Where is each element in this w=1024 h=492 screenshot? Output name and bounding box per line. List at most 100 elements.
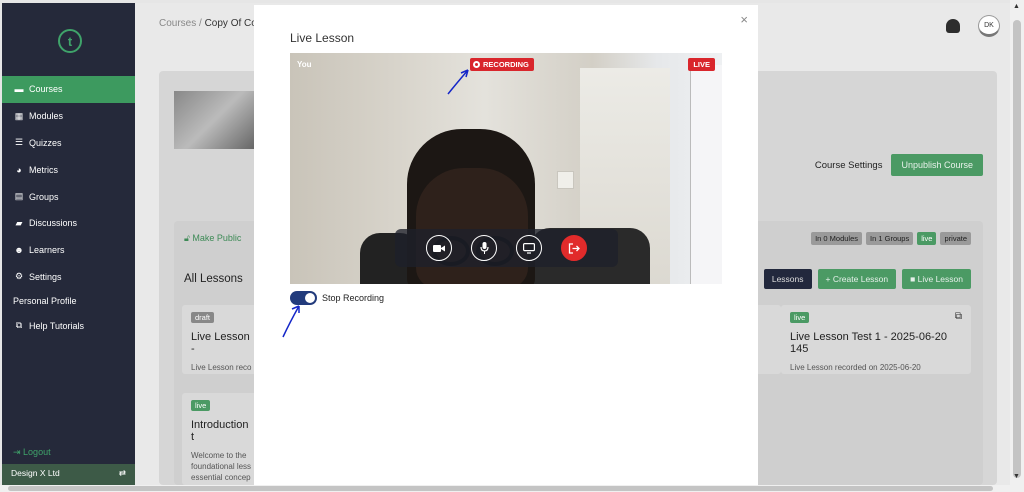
sidebar-item-label: Courses xyxy=(29,84,63,95)
screen-share-button[interactable] xyxy=(516,235,542,261)
sidebar-item-courses[interactable]: ▬ Courses xyxy=(2,76,135,103)
course-thumbnail xyxy=(174,91,254,149)
status-badge: In 1 Groups xyxy=(866,232,914,245)
lesson-desc: Live Lesson reco xyxy=(191,363,252,372)
external-link-icon: ⧉ xyxy=(15,320,23,331)
copy-icon[interactable]: ⧉ xyxy=(955,311,962,322)
mic-icon xyxy=(479,242,489,254)
call-controls xyxy=(395,229,618,267)
sidebar-item-modules[interactable]: ▦ Modules xyxy=(2,103,135,130)
sidebar-item-label: Help Tutorials xyxy=(29,320,85,331)
swap-icon: ⇄ xyxy=(118,468,126,478)
layers-icon: ▤ xyxy=(14,191,24,202)
sidebar-item-groups[interactable]: ▤ Groups xyxy=(2,183,135,210)
chat-icon: ▰ xyxy=(15,217,23,228)
camera-icon xyxy=(433,244,445,252)
sidebar-item-label: Settings xyxy=(29,271,62,282)
recording-toggle-row: Stop Recording xyxy=(290,291,384,305)
lesson-card[interactable]: live ⧉ Live Lesson Test 1 - 2025-06-20 1… xyxy=(781,305,971,374)
course-settings-link[interactable]: Course Settings xyxy=(815,160,883,171)
sidebar-item-label: Quizzes xyxy=(29,137,62,148)
hscroll-thumb[interactable] xyxy=(8,486,993,491)
grid-icon: ▦ xyxy=(14,110,24,121)
breadcrumb-current: Copy Of Co xyxy=(204,18,257,29)
sidebar-item-metrics[interactable]: ◕ Metrics xyxy=(2,156,135,183)
lesson-title: Live Lesson - xyxy=(191,331,250,355)
status-badge: In 0 Modules xyxy=(811,232,863,245)
breadcrumb: Courses / Copy Of Co xyxy=(159,18,257,29)
logout-link[interactable]: ⇥ Logout xyxy=(13,447,51,458)
mic-toggle-button[interactable] xyxy=(471,235,497,261)
exit-icon xyxy=(568,242,580,254)
lesson-card[interactable]: live Introduction t Welcome to the found… xyxy=(182,393,262,492)
sidebar-item-label: Discussions xyxy=(29,218,78,229)
modal-title: Live Lesson xyxy=(290,31,355,45)
recording-label: RECORDING xyxy=(483,60,529,69)
scrollbar-thumb[interactable] xyxy=(1013,20,1021,478)
sidebar-item-discussions[interactable]: ▰ Discussions xyxy=(2,210,135,237)
sidebar-nav: ▬ Courses ▦ Modules ☰ Quizzes ◕ Metrics ▤ Gro… xyxy=(2,76,135,339)
avatar[interactable]: DK xyxy=(978,15,1000,37)
org-name: Design X Ltd xyxy=(11,468,60,478)
chart-icon: ◕ xyxy=(16,164,22,175)
bell-icon[interactable] xyxy=(946,19,960,33)
sidebar-item-label: Groups xyxy=(29,191,59,202)
list-icon: ☰ xyxy=(14,137,24,148)
leave-call-button[interactable] xyxy=(561,235,587,261)
scroll-down-icon[interactable]: ▼ xyxy=(1013,473,1020,480)
lesson-title: Live Lesson Test 1 - 2025-06-20 145 xyxy=(790,331,947,355)
lesson-actions: Lessons + Create Lesson ■ Live Lesson xyxy=(763,269,971,289)
camera-toggle-button[interactable] xyxy=(426,235,452,261)
lesson-card[interactable]: draft Live Lesson - Live Lesson reco xyxy=(182,305,262,374)
vertical-scrollbar[interactable]: ▲ ▼ xyxy=(1010,0,1024,492)
scroll-up-icon[interactable]: ▲ xyxy=(1013,3,1020,10)
video-whiteboard xyxy=(690,65,722,284)
create-lesson-button[interactable]: + Create Lesson xyxy=(817,269,897,289)
top-icons: DK xyxy=(946,15,1000,37)
video-light-switch xyxy=(557,171,574,189)
sidebar-item-learners[interactable]: ☻ Learners xyxy=(2,237,135,264)
folder-icon: ▬ xyxy=(14,84,24,95)
users-icon: ☻ xyxy=(14,245,24,256)
sidebar-item-settings[interactable]: ⚙ Settings xyxy=(2,264,135,291)
stop-recording-toggle[interactable] xyxy=(290,291,317,305)
sidebar-item-label: Learners xyxy=(29,245,65,256)
lesson-title: Introduction t xyxy=(191,419,249,443)
section-title: All Lessons xyxy=(184,273,243,285)
logout-label: Logout xyxy=(23,447,51,457)
live-badge: LIVE xyxy=(688,58,715,71)
video-preview: You RECORDING LIVE xyxy=(290,53,722,284)
horizontal-scrollbar[interactable] xyxy=(0,485,1010,492)
recording-badge: RECORDING xyxy=(470,58,534,71)
live-lesson-button[interactable]: ■ Live Lesson xyxy=(902,269,971,289)
toggle-label: Stop Recording xyxy=(322,293,385,303)
sidebar-item-label: Metrics xyxy=(29,164,58,175)
live-lesson-modal: Live Lesson × You RECORDING LIVE Stop Re… xyxy=(254,5,758,485)
participant-label: You xyxy=(297,60,312,69)
video-icon: ■ xyxy=(910,274,918,284)
unpublish-course-button[interactable]: Unpublish Course xyxy=(891,154,983,176)
lessons-button[interactable]: Lessons xyxy=(763,269,812,289)
course-actions: Course Settings Unpublish Course xyxy=(815,154,983,176)
make-public-label: Make Public xyxy=(192,233,242,243)
gear-icon: ⚙ xyxy=(14,271,24,282)
close-icon[interactable]: × xyxy=(740,12,748,27)
breadcrumb-root[interactable]: Courses / xyxy=(159,18,202,29)
live-badge: live xyxy=(191,400,211,411)
app-logo[interactable]: t xyxy=(58,29,82,53)
status-badge: private xyxy=(940,232,971,245)
live-badge: live xyxy=(790,312,810,323)
logout-icon: ⇥ xyxy=(13,447,24,457)
draft-badge: draft xyxy=(191,312,215,323)
sidebar-item-quizzes[interactable]: ☰ Quizzes xyxy=(2,130,135,157)
record-dot-icon xyxy=(473,61,480,68)
sidebar-item-personal-profile[interactable]: Personal Profile xyxy=(2,290,135,312)
make-public-button[interactable]: 🔓︎ Make Public xyxy=(184,233,241,244)
sidebar-item-help[interactable]: ⧉ Help Tutorials xyxy=(2,312,135,339)
monitor-icon xyxy=(523,242,535,254)
lesson-desc: Live Lesson recorded on 2025-06-20 xyxy=(790,363,921,372)
org-switcher[interactable]: Design X Ltd ⇄ xyxy=(2,464,135,485)
status-badge: live xyxy=(917,232,937,245)
course-badges: In 0 Modules In 1 Groups live private xyxy=(811,232,971,245)
sidebar-item-label: Modules xyxy=(29,111,64,122)
